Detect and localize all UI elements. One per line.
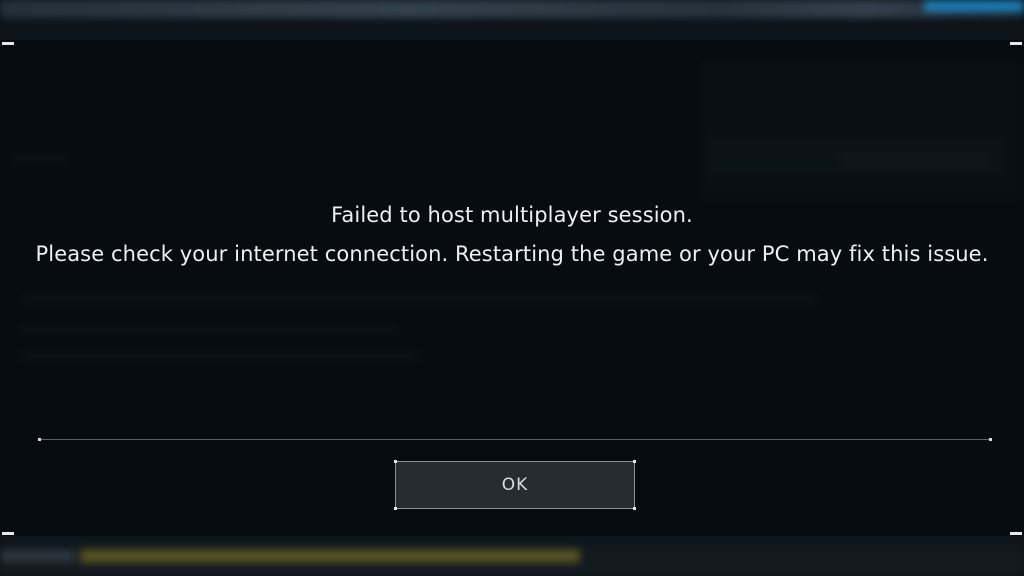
ok-button[interactable]: OK [394, 460, 636, 510]
error-message-detail: Please check your internet connection. R… [35, 242, 989, 266]
button-corner [633, 507, 636, 510]
error-message-title: Failed to host multiplayer session. [331, 203, 693, 227]
dialog-divider [38, 438, 992, 441]
button-corner [633, 460, 636, 463]
frame-corner-top-left [2, 42, 14, 45]
background-bottom-warning [80, 549, 580, 563]
ok-button-label: OK [501, 475, 529, 495]
error-message: Failed to host multiplayer session. Plea… [0, 196, 1024, 274]
button-corner [394, 507, 397, 510]
frame-corner-bottom-right [1010, 532, 1022, 535]
background-top-bar [0, 0, 1024, 18]
game-screen: Failed to host multiplayer session. Plea… [0, 0, 1024, 576]
button-corner [394, 460, 397, 463]
frame-corner-bottom-left [2, 532, 14, 535]
background-bottom-label [0, 550, 75, 562]
frame-corner-top-right [1010, 42, 1022, 45]
background-top-accent [924, 0, 1024, 12]
